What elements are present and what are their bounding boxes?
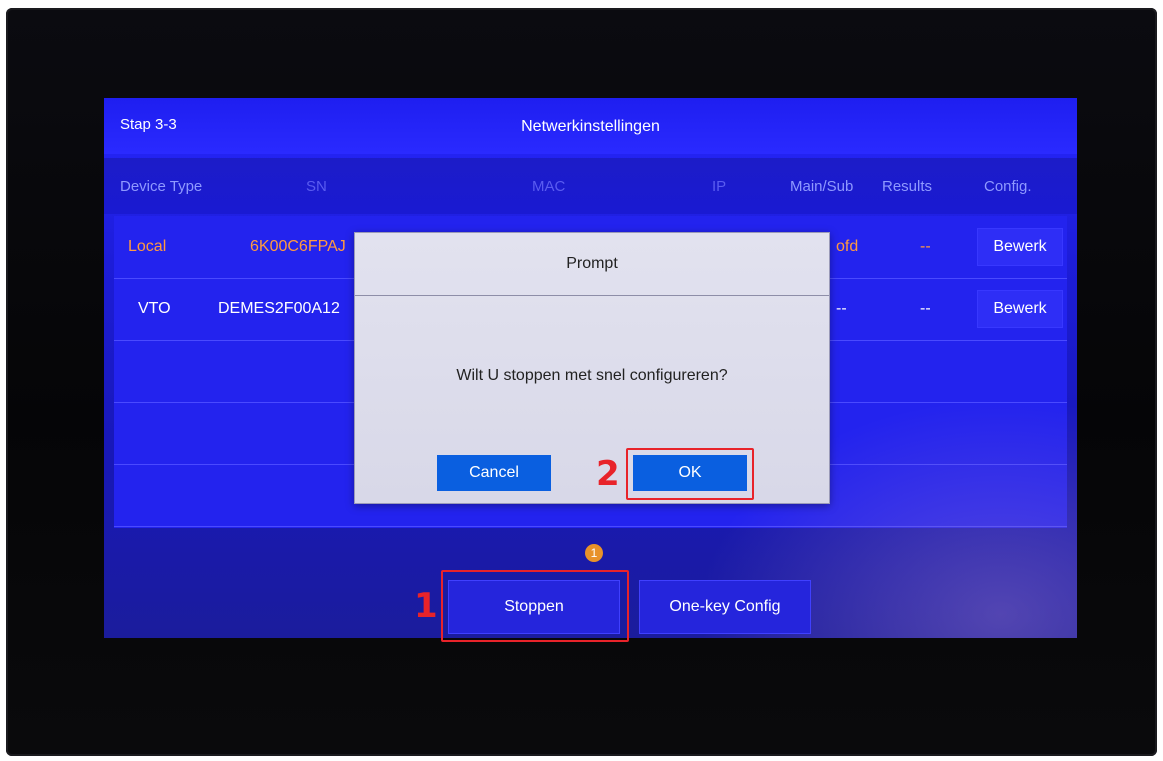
page-title: Netwerkinstellingen	[521, 118, 660, 135]
sn-cell: 6K00C6FPAJ	[250, 238, 346, 255]
table-header: Device Type SN MAC IP Main/Sub Results C…	[104, 158, 1077, 214]
notification-badge: 1	[585, 544, 603, 562]
column-header-results: Results	[882, 178, 933, 195]
step-2-marker: 2	[596, 454, 620, 494]
dialog-title: Prompt	[355, 233, 829, 296]
edit-button[interactable]: Bewerk	[977, 228, 1063, 266]
one-key-config-button[interactable]: One-key Config	[639, 580, 811, 634]
cancel-button[interactable]: Cancel	[437, 455, 551, 491]
column-header-config: Config.	[984, 178, 1032, 195]
prompt-dialog: Prompt Wilt U stoppen met snel configure…	[354, 232, 830, 504]
device-type-cell: VTO	[138, 300, 171, 317]
ok-highlight-box	[626, 448, 754, 500]
results-cell: --	[920, 238, 931, 255]
device-type-cell: Local	[128, 238, 167, 255]
edit-button[interactable]: Bewerk	[977, 290, 1063, 328]
top-bar: Stap 3-3 Netwerkinstellingen	[104, 98, 1077, 154]
main-sub-cell: ofd	[836, 238, 859, 255]
main-sub-cell: --	[836, 300, 847, 317]
results-cell: --	[920, 300, 931, 317]
step-1-marker: 1	[414, 586, 438, 626]
column-header-mac: MAC	[532, 178, 566, 195]
column-header-sn: SN	[306, 178, 327, 195]
dialog-message: Wilt U stoppen met snel configureren?	[456, 367, 728, 384]
column-header-main-sub: Main/Sub	[790, 178, 854, 195]
stop-highlight-box	[441, 570, 629, 642]
column-header-ip: IP	[712, 178, 727, 195]
column-header-device-type: Device Type	[120, 178, 203, 195]
sn-cell: DEMES2F00A12	[218, 300, 340, 317]
